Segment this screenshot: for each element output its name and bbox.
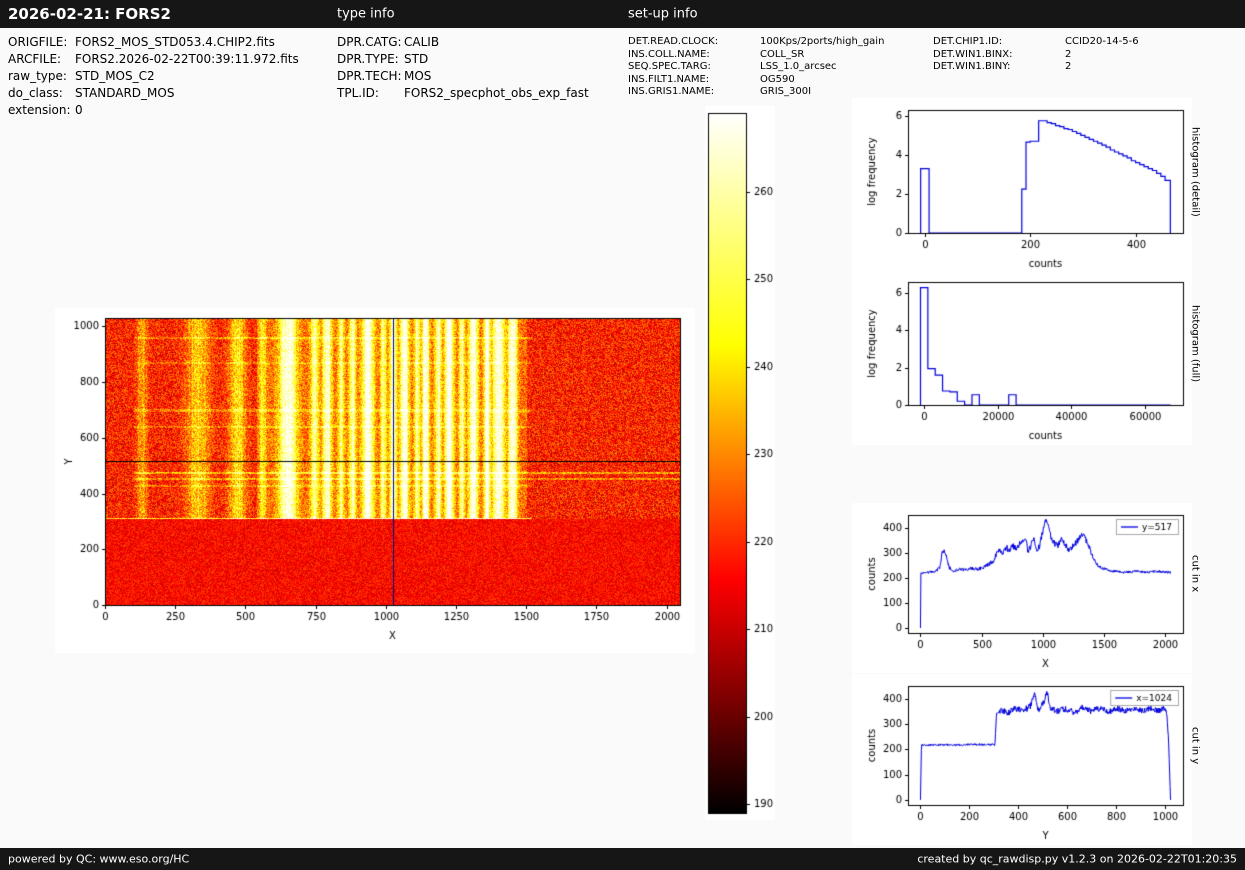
meta-value: GRIS_300I	[760, 86, 811, 99]
cut-in-y-plot	[852, 674, 1192, 845]
meta-row: DET.READ.CLOCK:100Kps/2ports/high_gain	[628, 36, 884, 49]
meta-key: do_class:	[8, 85, 75, 102]
histogram-full-side-label: histogram (full)	[1188, 282, 1202, 405]
meta-row: DET.WIN1.BINY:2	[933, 61, 1139, 74]
meta-value: CALIB	[404, 34, 439, 51]
meta-key: INS.GRIS1.NAME:	[628, 86, 760, 99]
meta-row: INS.COLL.NAME:COLL_SR	[628, 49, 884, 62]
file-info-block: ORIGFILE:FORS2_MOS_STD053.4.CHIP2.fits A…	[8, 34, 299, 119]
meta-value: 100Kps/2ports/high_gain	[760, 36, 884, 49]
meta-key: ARCFILE:	[8, 51, 75, 68]
meta-key: DPR.TECH:	[337, 68, 404, 85]
meta-row: DPR.TYPE:STD	[337, 51, 589, 68]
meta-key: DET.WIN1.BINX:	[933, 49, 1065, 62]
colorbar	[705, 106, 775, 820]
cut-in-x-plot	[852, 503, 1192, 673]
meta-key: ORIGFILE:	[8, 34, 75, 51]
meta-key: INS.FILT1.NAME:	[628, 74, 760, 87]
meta-value: MOS	[404, 68, 431, 85]
page-title: 2026-02-21: FORS2	[8, 5, 171, 23]
meta-value: COLL_SR	[760, 49, 804, 62]
meta-key: DPR.CATG:	[337, 34, 404, 51]
setup-info-label: set-up info	[628, 7, 698, 22]
meta-row: ORIGFILE:FORS2_MOS_STD053.4.CHIP2.fits	[8, 34, 299, 51]
raw-image-plot	[55, 308, 695, 653]
meta-key: SEQ.SPEC.TARG:	[628, 61, 760, 74]
histogram-full-plot	[852, 270, 1192, 445]
meta-value: FORS2_MOS_STD053.4.CHIP2.fits	[75, 34, 275, 51]
qc-report-page: 2026-02-21: FORS2 type info set-up info …	[0, 0, 1245, 870]
cut-in-y-side-label: cut in y	[1188, 686, 1202, 805]
meta-row: DET.WIN1.BINX:2	[933, 49, 1139, 62]
meta-value: 2	[1065, 61, 1071, 74]
histogram-detail-side-label: histogram (detail)	[1188, 110, 1202, 233]
meta-key: DPR.TYPE:	[337, 51, 404, 68]
footer-bar: powered by QC: www.eso.org/HC created by…	[0, 848, 1245, 870]
meta-value: 0	[75, 102, 83, 119]
meta-value: LSS_1.0_arcsec	[760, 61, 837, 74]
meta-row: DPR.CATG:CALIB	[337, 34, 589, 51]
cut-in-x-side-label: cut in x	[1188, 515, 1202, 633]
meta-row: DET.CHIP1.ID:CCID20-14-5-6	[933, 36, 1139, 49]
type-info-label: type info	[337, 7, 395, 22]
meta-value: STD	[404, 51, 428, 68]
meta-key: TPL.ID:	[337, 85, 404, 102]
meta-value: FORS2.2026-02-22T00:39:11.972.fits	[75, 51, 299, 68]
setup-info-block: DET.READ.CLOCK:100Kps/2ports/high_gain I…	[628, 36, 884, 99]
meta-key: raw_type:	[8, 68, 75, 85]
meta-key: DET.CHIP1.ID:	[933, 36, 1065, 49]
footer-created-by: created by qc_rawdisp.py v1.2.3 on 2026-…	[917, 853, 1237, 866]
type-info-block: DPR.CATG:CALIB DPR.TYPE:STD DPR.TECH:MOS…	[337, 34, 589, 102]
histogram-detail-plot	[852, 98, 1192, 273]
meta-value: 2	[1065, 49, 1071, 62]
meta-key: INS.COLL.NAME:	[628, 49, 760, 62]
meta-row: SEQ.SPEC.TARG:LSS_1.0_arcsec	[628, 61, 884, 74]
meta-row: TPL.ID:FORS2_specphot_obs_exp_fast	[337, 85, 589, 102]
meta-row: extension:0	[8, 102, 299, 119]
meta-value: FORS2_specphot_obs_exp_fast	[404, 85, 589, 102]
footer-powered-by: powered by QC: www.eso.org/HC	[8, 853, 189, 866]
meta-row: INS.GRIS1.NAME:GRIS_300I	[628, 86, 884, 99]
meta-row: INS.FILT1.NAME:OG590	[628, 74, 884, 87]
meta-key: extension:	[8, 102, 75, 119]
meta-row: ARCFILE:FORS2.2026-02-22T00:39:11.972.fi…	[8, 51, 299, 68]
meta-row: DPR.TECH:MOS	[337, 68, 589, 85]
meta-key: DET.WIN1.BINY:	[933, 61, 1065, 74]
meta-value: OG590	[760, 74, 795, 87]
meta-value: STANDARD_MOS	[75, 85, 174, 102]
meta-key: DET.READ.CLOCK:	[628, 36, 760, 49]
meta-row: do_class:STANDARD_MOS	[8, 85, 299, 102]
meta-row: raw_type:STD_MOS_C2	[8, 68, 299, 85]
detector-info-block: DET.CHIP1.ID:CCID20-14-5-6 DET.WIN1.BINX…	[933, 36, 1139, 74]
header-bar: 2026-02-21: FORS2 type info set-up info	[0, 0, 1245, 28]
meta-value: STD_MOS_C2	[75, 68, 155, 85]
meta-value: CCID20-14-5-6	[1065, 36, 1139, 49]
